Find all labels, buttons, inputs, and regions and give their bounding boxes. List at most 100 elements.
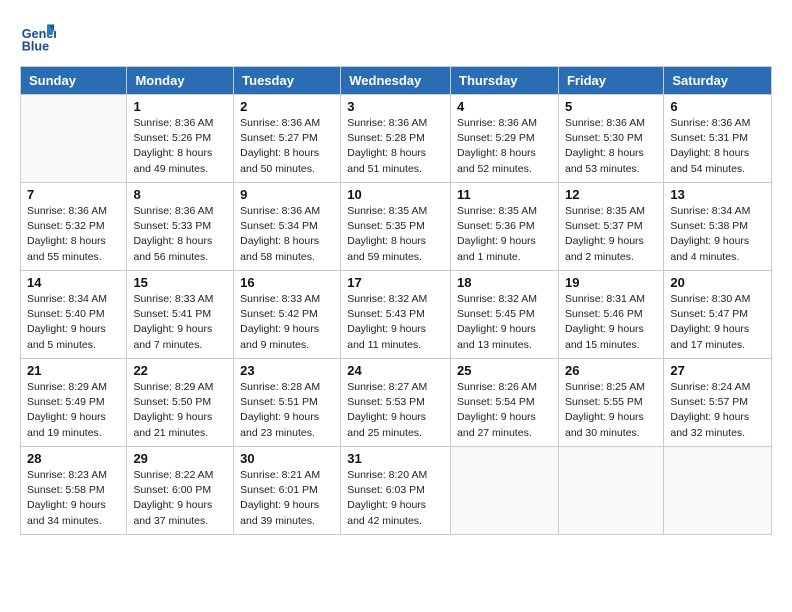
day-info: Sunrise: 8:36 AMSunset: 5:33 PMDaylight:… [133,204,227,265]
day-info: Sunrise: 8:23 AMSunset: 5:58 PMDaylight:… [27,468,120,529]
day-number: 20 [670,275,765,290]
calendar-cell: 18 Sunrise: 8:32 AMSunset: 5:45 PMDayligh… [451,271,559,359]
day-number: 29 [133,451,227,466]
day-info: Sunrise: 8:35 AMSunset: 5:35 PMDaylight:… [347,204,444,265]
day-number: 7 [27,187,120,202]
calendar-cell: 17Sunrise: 8:32 AMSunset: 5:43 PMDayligh… [341,271,451,359]
calendar-table: SundayMondayTuesdayWednesdayThursdayFrid… [20,66,772,535]
day-info: Sunrise: 8:21 AMSunset: 6:01 PMDaylight:… [240,468,334,529]
week-row-4: 21 Sunrise: 8:29 AMSunset: 5:49 PMDayligh… [21,359,772,447]
calendar-cell: 3 Sunrise: 8:36 AMSunset: 5:28 PMDaylight… [341,95,451,183]
calendar-cell: 24 Sunrise: 8:27 AMSunset: 5:53 PMDayligh… [341,359,451,447]
day-number: 18 [457,275,552,290]
day-info: Sunrise: 8:36 AMSunset: 5:34 PMDaylight:… [240,204,334,265]
calendar-cell: 23 Sunrise: 8:28 AMSunset: 5:51 PMDayligh… [234,359,341,447]
calendar-cell [451,447,559,535]
calendar-cell [558,447,663,535]
calendar-cell: 8 Sunrise: 8:36 AMSunset: 5:33 PMDaylight… [127,183,234,271]
day-number: 27 [670,363,765,378]
day-info: Sunrise: 8:24 AMSunset: 5:57 PMDaylight:… [670,380,765,441]
logo-icon: General Blue [20,20,56,56]
day-number: 11 [457,187,552,202]
calendar-cell: 5 Sunrise: 8:36 AMSunset: 5:30 PMDaylight… [558,95,663,183]
day-info: Sunrise: 8:36 AMSunset: 5:29 PMDaylight:… [457,116,552,177]
calendar-cell: 7Sunrise: 8:36 AMSunset: 5:32 PMDaylight… [21,183,127,271]
day-info: Sunrise: 8:35 AMSunset: 5:36 PMDaylight:… [457,204,552,265]
calendar-cell [21,95,127,183]
day-number: 4 [457,99,552,114]
svg-text:Blue: Blue [22,40,49,54]
day-info: Sunrise: 8:22 AMSunset: 6:00 PMDaylight:… [133,468,227,529]
calendar-cell: 6Sunrise: 8:36 AMSunset: 5:31 PMDaylight… [664,95,772,183]
day-info: Sunrise: 8:36 AMSunset: 5:26 PMDaylight:… [133,116,227,177]
day-number: 21 [27,363,120,378]
day-info: Sunrise: 8:33 AMSunset: 5:42 PMDaylight:… [240,292,334,353]
day-info: Sunrise: 8:33 AMSunset: 5:41 PMDaylight:… [133,292,227,353]
day-number: 24 [347,363,444,378]
day-number: 8 [133,187,227,202]
day-info: Sunrise: 8:26 AMSunset: 5:54 PMDaylight:… [457,380,552,441]
calendar-cell: 30 Sunrise: 8:21 AMSunset: 6:01 PMDayligh… [234,447,341,535]
day-number: 3 [347,99,444,114]
calendar-cell [664,447,772,535]
calendar-cell: 15 Sunrise: 8:33 AMSunset: 5:41 PMDayligh… [127,271,234,359]
calendar-cell: 22Sunrise: 8:29 AMSunset: 5:50 PMDayligh… [127,359,234,447]
day-number: 1 [133,99,227,114]
week-row-5: 28 Sunrise: 8:23 AMSunset: 5:58 PMDayligh… [21,447,772,535]
day-info: Sunrise: 8:27 AMSunset: 5:53 PMDaylight:… [347,380,444,441]
calendar-cell: 16 Sunrise: 8:33 AMSunset: 5:42 PMDayligh… [234,271,341,359]
calendar-cell: 10 Sunrise: 8:35 AMSunset: 5:35 PMDayligh… [341,183,451,271]
day-info: Sunrise: 8:32 AMSunset: 5:45 PMDaylight:… [457,292,552,353]
calendar-cell: 29 Sunrise: 8:22 AMSunset: 6:00 PMDayligh… [127,447,234,535]
day-number: 28 [27,451,120,466]
day-info: Sunrise: 8:29 AMSunset: 5:49 PMDaylight:… [27,380,120,441]
day-info: Sunrise: 8:28 AMSunset: 5:51 PMDaylight:… [240,380,334,441]
day-number: 19 [565,275,657,290]
page-header: General Blue [20,20,772,56]
day-number: 23 [240,363,334,378]
day-number: 10 [347,187,444,202]
day-info: Sunrise: 8:34 AMSunset: 5:38 PMDaylight:… [670,204,765,265]
day-number: 14 [27,275,120,290]
col-header-saturday: Saturday [664,67,772,95]
day-number: 6 [670,99,765,114]
day-info: Sunrise: 8:32 AMSunset: 5:43 PMDaylight:… [347,292,444,353]
day-info: Sunrise: 8:35 AMSunset: 5:37 PMDaylight:… [565,204,657,265]
day-info: Sunrise: 8:36 AMSunset: 5:28 PMDaylight:… [347,116,444,177]
calendar-cell: 21 Sunrise: 8:29 AMSunset: 5:49 PMDayligh… [21,359,127,447]
calendar-cell: 28 Sunrise: 8:23 AMSunset: 5:58 PMDayligh… [21,447,127,535]
day-number: 5 [565,99,657,114]
day-info: Sunrise: 8:36 AMSunset: 5:27 PMDaylight:… [240,116,334,177]
col-header-thursday: Thursday [451,67,559,95]
day-number: 15 [133,275,227,290]
calendar-cell: 19 Sunrise: 8:31 AMSunset: 5:46 PMDayligh… [558,271,663,359]
week-row-1: 1 Sunrise: 8:36 AMSunset: 5:26 PMDaylight… [21,95,772,183]
day-number: 22 [133,363,227,378]
day-number: 2 [240,99,334,114]
week-row-2: 7Sunrise: 8:36 AMSunset: 5:32 PMDaylight… [21,183,772,271]
calendar-cell: 4 Sunrise: 8:36 AMSunset: 5:29 PMDaylight… [451,95,559,183]
day-number: 25 [457,363,552,378]
day-number: 12 [565,187,657,202]
day-info: Sunrise: 8:36 AMSunset: 5:30 PMDaylight:… [565,116,657,177]
col-header-tuesday: Tuesday [234,67,341,95]
calendar-cell: 20 Sunrise: 8:30 AMSunset: 5:47 PMDayligh… [664,271,772,359]
col-header-monday: Monday [127,67,234,95]
day-number: 9 [240,187,334,202]
col-header-sunday: Sunday [21,67,127,95]
calendar-cell: 14 Sunrise: 8:34 AMSunset: 5:40 PMDayligh… [21,271,127,359]
day-number: 16 [240,275,334,290]
day-number: 30 [240,451,334,466]
calendar-cell: 25 Sunrise: 8:26 AMSunset: 5:54 PMDayligh… [451,359,559,447]
day-info: Sunrise: 8:31 AMSunset: 5:46 PMDaylight:… [565,292,657,353]
calendar-cell: 27 Sunrise: 8:24 AMSunset: 5:57 PMDayligh… [664,359,772,447]
day-info: Sunrise: 8:30 AMSunset: 5:47 PMDaylight:… [670,292,765,353]
col-header-friday: Friday [558,67,663,95]
calendar-cell: 11 Sunrise: 8:35 AMSunset: 5:36 PMDayligh… [451,183,559,271]
day-number: 13 [670,187,765,202]
calendar-cell: 31Sunrise: 8:20 AMSunset: 6:03 PMDayligh… [341,447,451,535]
logo: General Blue [20,20,56,56]
calendar-cell: 12 Sunrise: 8:35 AMSunset: 5:37 PMDayligh… [558,183,663,271]
day-number: 26 [565,363,657,378]
day-info: Sunrise: 8:34 AMSunset: 5:40 PMDaylight:… [27,292,120,353]
